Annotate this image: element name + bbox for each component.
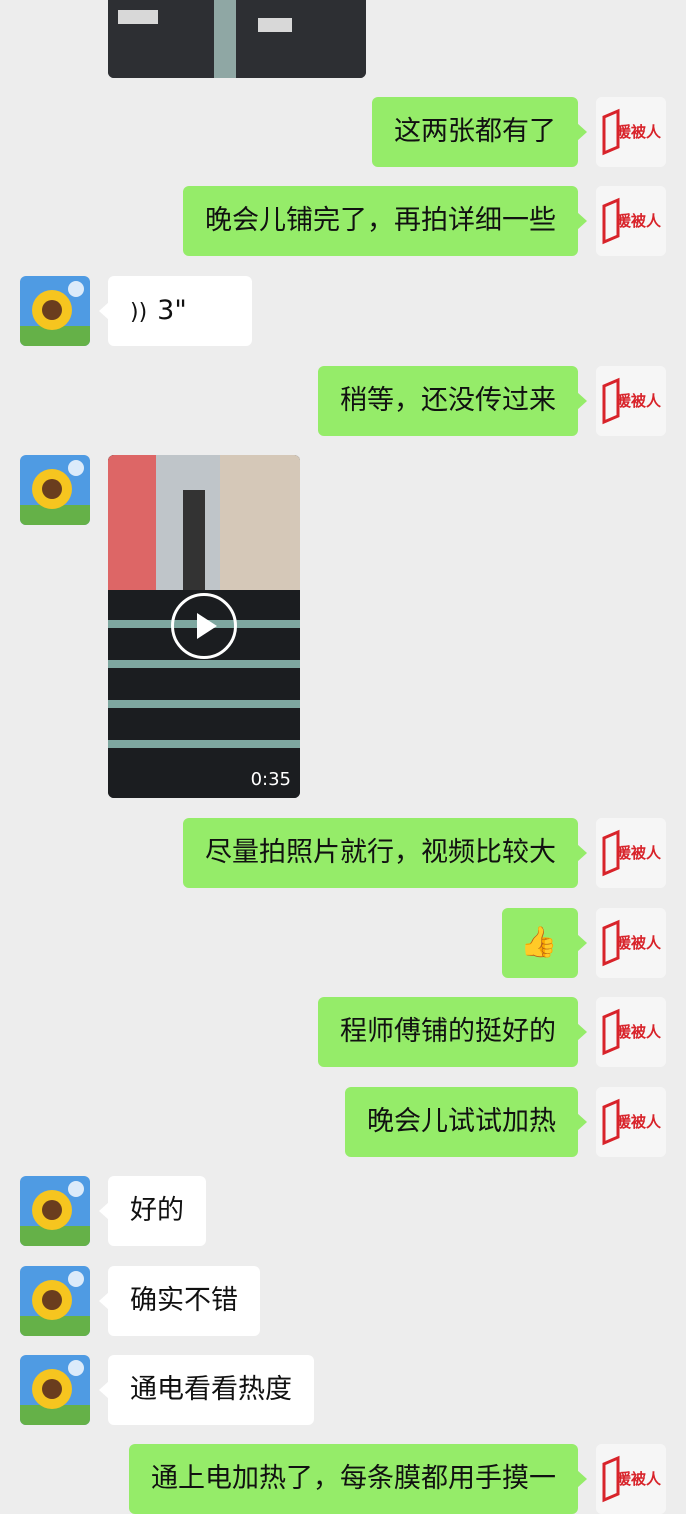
brand-logo-icon: 暖被人 — [596, 97, 666, 167]
my-avatar[interactable]: 暖被人 — [596, 908, 666, 978]
play-icon[interactable] — [171, 593, 237, 659]
contact-avatar[interactable] — [20, 455, 90, 525]
message-bubble[interactable]: 好的 — [99, 1176, 206, 1246]
svg-text:暖被人: 暖被人 — [616, 212, 662, 230]
contact-avatar[interactable] — [20, 276, 90, 346]
thumbs-up-icon: 👍 — [520, 925, 558, 960]
my-avatar[interactable]: 暖被人 — [596, 366, 666, 436]
brand-logo-icon: 暖被人 — [596, 908, 666, 978]
sunflower-avatar-icon — [20, 1266, 90, 1336]
voice-duration: 3" — [157, 295, 187, 326]
brand-logo-icon: 暖被人 — [596, 366, 666, 436]
svg-text:暖被人: 暖被人 — [616, 1470, 662, 1488]
emoji-message-bubble[interactable]: 👍 — [502, 908, 587, 978]
brand-logo-icon: 暖被人 — [596, 1444, 666, 1514]
message-bubble[interactable]: 稍等，还没传过来 — [318, 366, 587, 436]
sunflower-avatar-icon — [20, 276, 90, 346]
my-avatar[interactable]: 暖被人 — [596, 186, 666, 256]
sunflower-avatar-icon — [20, 1176, 90, 1246]
message-bubble[interactable]: 尽量拍照片就行，视频比较大 — [183, 818, 587, 888]
brand-logo-icon: 暖被人 — [596, 818, 666, 888]
my-avatar[interactable]: 暖被人 — [596, 1087, 666, 1157]
my-avatar[interactable]: 暖被人 — [596, 818, 666, 888]
sunflower-avatar-icon — [20, 1355, 90, 1425]
message-bubble[interactable]: 通电看看热度 — [99, 1355, 314, 1425]
svg-text:暖被人: 暖被人 — [616, 934, 662, 952]
message-bubble[interactable]: 通上电加热了，每条膜都用手摸一 — [129, 1444, 587, 1514]
top-image-thumbnail[interactable] — [108, 0, 366, 78]
message-bubble[interactable]: 晚会儿铺完了，再拍详细一些 — [183, 186, 587, 256]
video-duration: 0:35 — [250, 769, 291, 790]
my-avatar[interactable]: 暖被人 — [596, 97, 666, 167]
message-bubble[interactable]: 这两张都有了 — [372, 97, 587, 167]
brand-logo-icon: 暖被人 — [596, 1087, 666, 1157]
svg-text:暖被人: 暖被人 — [616, 844, 662, 862]
brand-logo-icon: 暖被人 — [596, 997, 666, 1067]
voice-icon: )) — [130, 300, 148, 325]
contact-avatar[interactable] — [20, 1266, 90, 1336]
svg-text:暖被人: 暖被人 — [616, 392, 662, 410]
svg-text:暖被人: 暖被人 — [616, 1113, 662, 1131]
my-avatar[interactable]: 暖被人 — [596, 1444, 666, 1514]
voice-message-bubble[interactable]: )) 3" — [99, 276, 252, 346]
message-bubble[interactable]: 晚会儿试试加热 — [345, 1087, 587, 1157]
sunflower-avatar-icon — [20, 455, 90, 525]
brand-logo-icon: 暖被人 — [596, 186, 666, 256]
video-thumbnail[interactable]: 0:35 — [108, 455, 300, 798]
message-bubble[interactable]: 确实不错 — [99, 1266, 260, 1336]
contact-avatar[interactable] — [20, 1355, 90, 1425]
my-avatar[interactable]: 暖被人 — [596, 997, 666, 1067]
svg-text:暖被人: 暖被人 — [616, 123, 662, 141]
message-bubble[interactable]: 程师傅铺的挺好的 — [318, 997, 587, 1067]
contact-avatar[interactable] — [20, 1176, 90, 1246]
floor-image-icon — [108, 0, 366, 78]
svg-text:暖被人: 暖被人 — [616, 1023, 662, 1041]
